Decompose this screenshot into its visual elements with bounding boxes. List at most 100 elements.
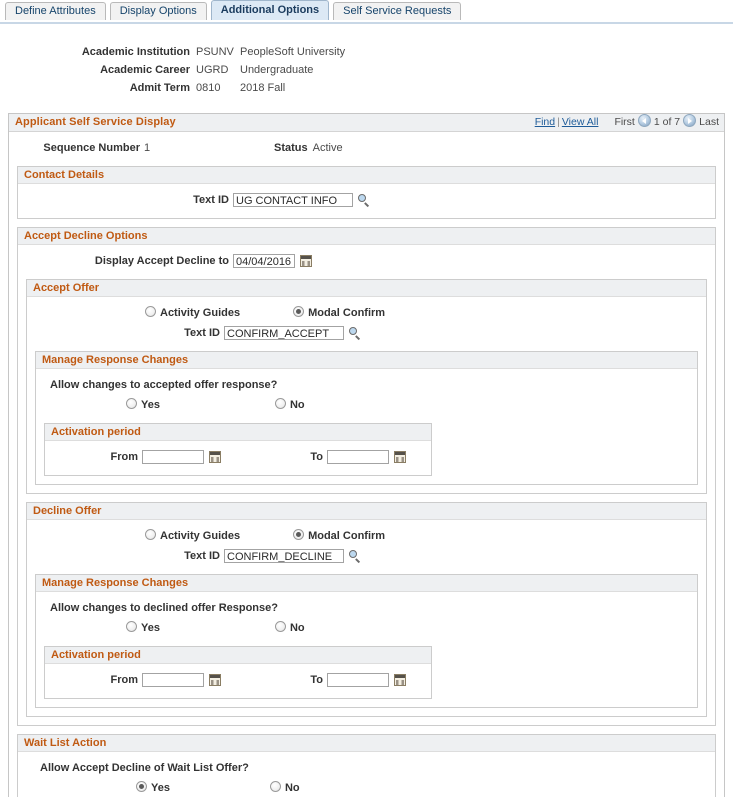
sequence-number-label: Sequence Number bbox=[43, 142, 140, 154]
wait-list-action-body: Allow Accept Decline of Wait List Offer?… bbox=[18, 752, 715, 797]
accept-allow-changes-no-label[interactable]: No bbox=[290, 399, 305, 411]
decline-activation-to-input[interactable] bbox=[327, 673, 389, 688]
accept-offer-header: Accept Offer bbox=[27, 280, 706, 297]
previous-row-icon[interactable] bbox=[637, 114, 651, 127]
accept-allow-changes-yes-radio[interactable] bbox=[126, 398, 137, 409]
tab-self-service-requests[interactable]: Self Service Requests bbox=[333, 2, 462, 20]
accept-offer-modal-confirm-radio[interactable] bbox=[293, 306, 305, 317]
decline-offer-text-id-input[interactable]: CONFIRM_DECLINE bbox=[224, 549, 344, 564]
tab-define-attributes[interactable]: Define Attributes bbox=[5, 2, 106, 20]
decline-offer-mode-row: Activity Guides Modal Confirm bbox=[27, 526, 706, 546]
accept-activation-to-input[interactable] bbox=[327, 450, 389, 465]
calendar-icon[interactable] bbox=[394, 674, 406, 687]
status-value: Active bbox=[312, 142, 343, 154]
view-all-link[interactable]: View All bbox=[562, 116, 599, 128]
accept-offer-mode-row: Activity Guides Modal Confirm bbox=[27, 303, 706, 323]
decline-manage-response-changes-body: Allow changes to declined offer Response… bbox=[36, 592, 697, 707]
panel-body: Sequence Number 1 Status Active Contact Det… bbox=[9, 132, 724, 797]
accept-offer-activity-guides-option[interactable]: Activity Guides bbox=[145, 303, 240, 323]
calendar-icon[interactable] bbox=[300, 255, 312, 268]
last-label[interactable]: Last bbox=[699, 116, 719, 128]
decline-allow-changes-yes-option[interactable]: Yes bbox=[126, 618, 160, 638]
wait-list-no-option[interactable]: No bbox=[269, 778, 300, 797]
decline-activation-period-title: Activation period bbox=[51, 649, 141, 661]
decline-manage-response-changes-section: Manage Response Changes Allow changes to… bbox=[35, 574, 698, 708]
decline-allow-changes-no-option[interactable]: No bbox=[274, 618, 305, 638]
accept-activation-period-title: Activation period bbox=[51, 426, 141, 438]
academic-institution-label: Academic Institution bbox=[81, 46, 190, 58]
calendar-icon[interactable] bbox=[209, 451, 221, 464]
decline-manage-response-changes-title: Manage Response Changes bbox=[42, 577, 189, 589]
wait-list-question: Allow Accept Decline of Wait List Offer? bbox=[40, 762, 249, 774]
decline-allow-changes-no-radio[interactable] bbox=[274, 621, 286, 632]
wait-list-no-label[interactable]: No bbox=[285, 782, 300, 794]
decline-offer-activity-guides-option[interactable]: Activity Guides bbox=[145, 526, 240, 546]
admit-term-code: 0810 bbox=[196, 82, 221, 94]
decline-offer-modal-confirm-radio[interactable] bbox=[293, 529, 305, 540]
tab-display-options[interactable]: Display Options bbox=[109, 2, 207, 20]
key-field-admit-term: Admit Term 0810 2018 Fall bbox=[0, 79, 733, 97]
accept-allow-changes-no-option[interactable]: No bbox=[274, 395, 305, 415]
calendar-icon[interactable] bbox=[209, 674, 221, 687]
status-label: Status bbox=[274, 142, 308, 154]
search-icon[interactable] bbox=[349, 326, 362, 340]
accept-offer-text-id-row: Text ID CONFIRM_ACCEPT bbox=[27, 323, 706, 343]
decline-offer-modal-confirm-option[interactable]: Modal Confirm bbox=[293, 526, 385, 546]
accept-manage-response-changes-section: Manage Response Changes Allow changes to… bbox=[35, 351, 698, 485]
contact-text-id-input[interactable]: UG CONTACT INFO bbox=[233, 193, 353, 208]
wait-list-yes-label[interactable]: Yes bbox=[151, 782, 170, 794]
accept-activation-from-input[interactable] bbox=[142, 450, 204, 465]
wait-list-yes-option[interactable]: Yes bbox=[136, 778, 170, 797]
accept-decline-options-header: Accept Decline Options bbox=[18, 228, 715, 245]
key-fields: Academic Institution PSUNV PeopleSoft Univ… bbox=[0, 43, 733, 97]
accept-allow-changes-yes-label[interactable]: Yes bbox=[141, 399, 160, 411]
wait-list-options-row: Yes No bbox=[18, 778, 715, 797]
wait-list-action-section: Wait List Action Allow Accept Decline of… bbox=[17, 734, 716, 797]
wait-list-yes-radio[interactable] bbox=[136, 781, 147, 792]
page-root: Define Attributes Display Options Addition… bbox=[0, 0, 733, 797]
decline-offer-text-id-row: Text ID CONFIRM_DECLINE bbox=[27, 546, 706, 566]
search-icon[interactable] bbox=[358, 193, 371, 207]
decline-offer-modal-confirm-label[interactable]: Modal Confirm bbox=[308, 530, 385, 542]
calendar-icon[interactable] bbox=[394, 451, 406, 464]
decline-allow-changes-yes-label[interactable]: Yes bbox=[141, 622, 160, 634]
accept-offer-activity-guides-radio[interactable] bbox=[145, 306, 156, 317]
decline-offer-header: Decline Offer bbox=[27, 503, 706, 520]
accept-offer-activity-guides-label[interactable]: Activity Guides bbox=[160, 307, 240, 319]
first-label[interactable]: First bbox=[614, 116, 634, 128]
row-counter: 1 of 7 bbox=[653, 116, 681, 128]
decline-allow-changes-yes-radio[interactable] bbox=[126, 621, 137, 632]
display-accept-decline-input[interactable]: 04/04/2016 bbox=[233, 254, 295, 269]
decline-allow-changes-no-label[interactable]: No bbox=[290, 622, 305, 634]
accept-offer-modal-confirm-option[interactable]: Modal Confirm bbox=[293, 303, 385, 323]
search-icon[interactable] bbox=[349, 549, 362, 563]
decline-offer-body: Activity Guides Modal Confirm Text ID CONF… bbox=[27, 520, 706, 716]
accept-offer-title: Accept Offer bbox=[33, 282, 100, 294]
contact-details-body: Text ID UG CONTACT INFO bbox=[18, 184, 715, 218]
contact-details-header: Contact Details bbox=[18, 167, 715, 184]
decline-offer-title: Decline Offer bbox=[33, 505, 102, 517]
accept-allow-changes-options-row: Yes No bbox=[36, 395, 697, 415]
accept-allow-changes-yes-option[interactable]: Yes bbox=[126, 395, 160, 415]
accept-activation-period-header: Activation period bbox=[45, 424, 431, 441]
tab-additional-options[interactable]: Additional Options bbox=[210, 0, 330, 20]
accept-offer-modal-confirm-label[interactable]: Modal Confirm bbox=[308, 307, 385, 319]
academic-career-label: Academic Career bbox=[100, 64, 190, 76]
wait-list-question-row: Allow Accept Decline of Wait List Offer? bbox=[18, 758, 715, 778]
accept-offer-text-id-label: Text ID bbox=[184, 327, 220, 339]
accept-offer-section: Accept Offer Activity Guides Modal Confir… bbox=[26, 279, 707, 494]
contact-text-id-row: Text ID UG CONTACT INFO bbox=[18, 190, 715, 210]
wait-list-no-radio[interactable] bbox=[269, 781, 281, 792]
accept-allow-changes-no-radio[interactable] bbox=[274, 398, 286, 409]
next-row-icon[interactable] bbox=[683, 114, 697, 127]
decline-offer-activity-guides-radio[interactable] bbox=[145, 529, 156, 540]
academic-institution-code: PSUNV bbox=[196, 46, 234, 58]
decline-offer-activity-guides-label[interactable]: Activity Guides bbox=[160, 530, 240, 542]
find-link[interactable]: Find bbox=[535, 116, 555, 128]
accept-activation-to-label: To bbox=[310, 451, 323, 463]
panel-title: Applicant Self Service Display bbox=[15, 116, 176, 128]
decline-offer-text-id-label: Text ID bbox=[184, 550, 220, 562]
accept-activation-period-body: From To bbox=[45, 441, 431, 475]
decline-activation-from-input[interactable] bbox=[142, 673, 204, 688]
accept-offer-text-id-input[interactable]: CONFIRM_ACCEPT bbox=[224, 326, 344, 341]
